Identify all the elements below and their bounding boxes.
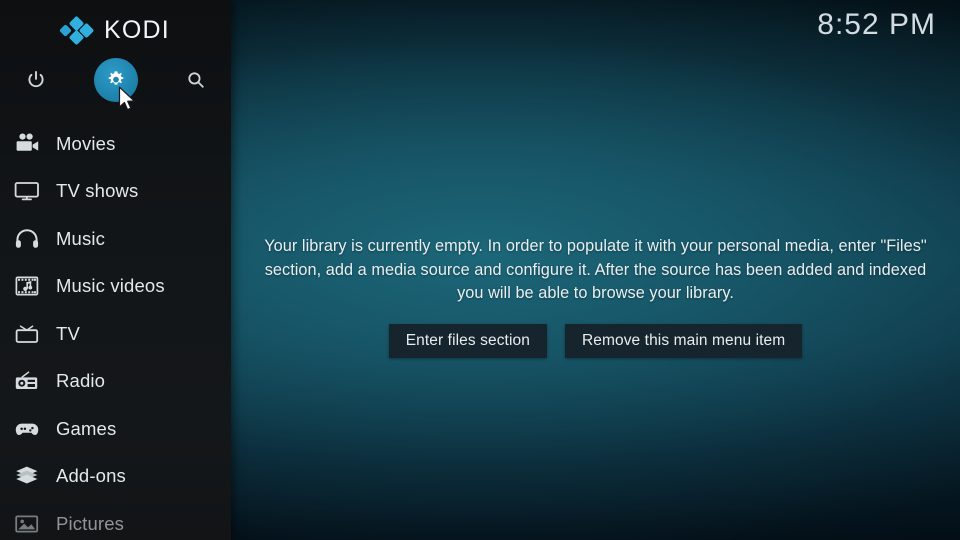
clock: 8:52 PM xyxy=(817,8,936,41)
main-menu: Movies TV shows Music Music videos TV Ra… xyxy=(0,120,231,540)
radio-icon xyxy=(10,366,44,396)
sidebar-item-label: Add-ons xyxy=(56,465,126,487)
sidebar-item-radio[interactable]: Radio xyxy=(0,358,231,406)
kodi-logo-text: KODI xyxy=(104,15,170,44)
top-action-row xyxy=(0,56,231,104)
kodi-logo: KODI xyxy=(0,13,231,47)
gamepad-icon xyxy=(10,414,44,444)
sidebar-item-pictures[interactable]: Pictures xyxy=(0,500,231,540)
sidebar-item-label: TV shows xyxy=(56,180,139,202)
headphones-icon xyxy=(10,224,44,254)
sidebar-item-add-ons[interactable]: Add-ons xyxy=(0,453,231,501)
sidebar: KODI Movies TV shows Music Music videos … xyxy=(0,0,231,540)
enter-files-section-button[interactable]: Enter files section xyxy=(388,323,547,358)
search-button[interactable] xyxy=(172,56,220,104)
package-box-icon xyxy=(10,461,44,491)
picture-icon xyxy=(10,509,44,539)
sidebar-item-label: Music videos xyxy=(56,275,165,297)
sidebar-item-label: Pictures xyxy=(56,512,125,534)
remove-main-menu-item-button[interactable]: Remove this main menu item xyxy=(564,323,803,358)
sidebar-item-movies[interactable]: Movies xyxy=(0,120,231,168)
settings-button-circle xyxy=(94,58,138,102)
settings-button[interactable] xyxy=(92,56,140,104)
retro-tv-icon xyxy=(10,319,44,349)
power-button[interactable] xyxy=(12,56,60,104)
kodi-logo-icon xyxy=(59,15,95,46)
sidebar-item-label: Games xyxy=(56,417,117,439)
sidebar-item-tv-shows[interactable]: TV shows xyxy=(0,168,231,216)
tv-monitor-icon xyxy=(10,176,44,206)
empty-library-actions: Enter files section Remove this main men… xyxy=(260,323,932,358)
film-music-icon xyxy=(10,271,44,301)
sidebar-item-games[interactable]: Games xyxy=(0,405,231,453)
sidebar-item-label: Music xyxy=(56,227,106,249)
search-icon xyxy=(188,72,204,88)
sidebar-item-label: TV xyxy=(56,322,80,344)
sidebar-item-label: Radio xyxy=(56,370,106,392)
sidebar-item-tv[interactable]: TV xyxy=(0,310,231,358)
sidebar-item-music[interactable]: Music xyxy=(0,215,231,263)
empty-library-panel: Your library is currently empty. In orde… xyxy=(231,0,960,540)
gear-icon xyxy=(108,71,124,85)
sidebar-item-music-videos[interactable]: Music videos xyxy=(0,263,231,311)
kodi-home-screen: 8:52 PM Your library is currently empty.… xyxy=(0,0,960,540)
empty-library-message: Your library is currently empty. In orde… xyxy=(264,237,927,302)
movie-camera-icon xyxy=(10,129,44,159)
power-icon xyxy=(28,70,44,88)
sidebar-item-label: Movies xyxy=(56,132,116,154)
